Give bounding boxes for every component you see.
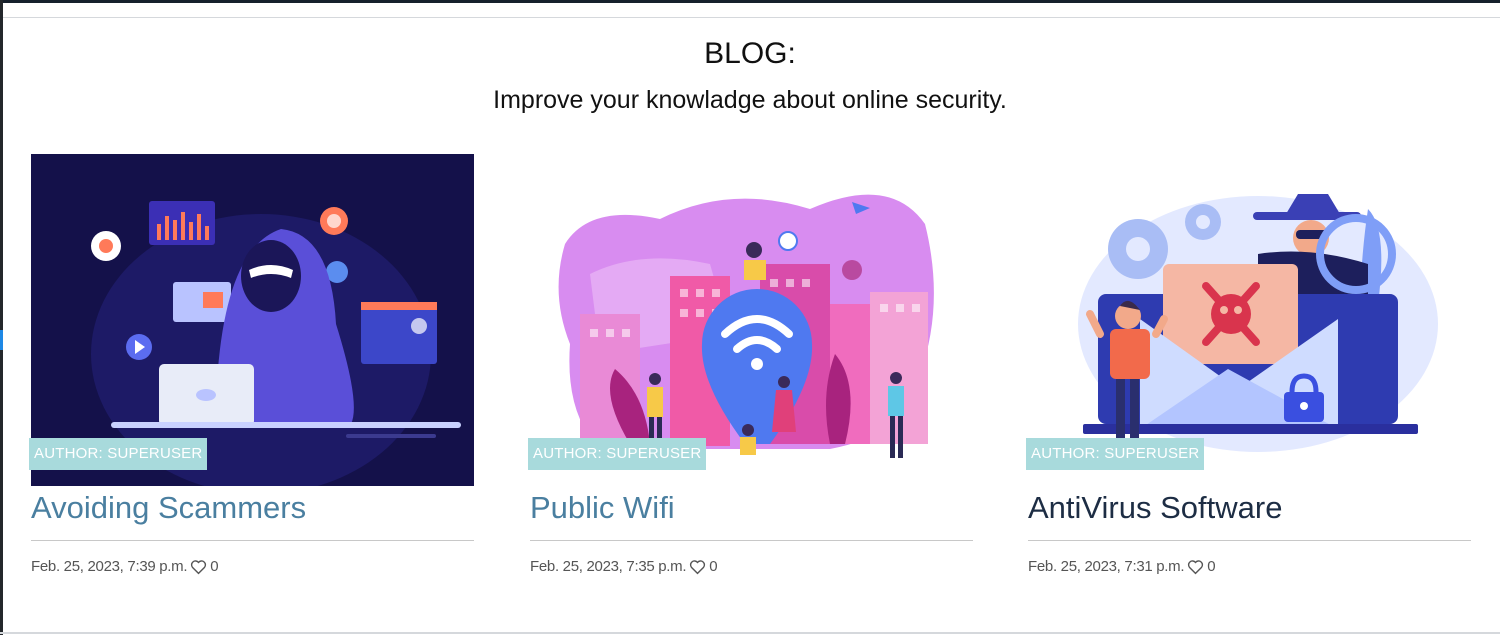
heart-icon[interactable] bbox=[190, 559, 207, 575]
page-title: BLOG: bbox=[704, 37, 796, 70]
post-title-link[interactable]: Avoiding Scammers bbox=[31, 488, 306, 528]
divider bbox=[530, 540, 973, 541]
post-title-link[interactable]: Public Wifi bbox=[530, 488, 675, 528]
blog-header: BLOG: Improve your knowladge about onlin… bbox=[0, 34, 1500, 117]
heart-icon[interactable] bbox=[1187, 559, 1204, 575]
post-image-link[interactable] bbox=[31, 154, 474, 486]
post-date: Feb. 25, 2023, 7:39 p.m. bbox=[31, 558, 188, 575]
virus-email-illustration-icon bbox=[1028, 154, 1471, 486]
divider bbox=[1028, 540, 1471, 541]
hacker-illustration-icon bbox=[31, 154, 474, 486]
post-card: AUTHOR: SUPERUSER AntiVirus Software Feb… bbox=[1026, 154, 1471, 584]
like-count: 0 bbox=[709, 558, 718, 575]
post-date: Feb. 25, 2023, 7:35 p.m. bbox=[530, 558, 687, 575]
author-badge: AUTHOR: SUPERUSER bbox=[528, 438, 707, 470]
window-left-accent bbox=[0, 330, 3, 350]
post-title-link[interactable]: AntiVirus Software bbox=[1028, 488, 1282, 528]
post-meta: Feb. 25, 2023, 7:31 p.m. 0 bbox=[1028, 558, 1216, 575]
post-meta: Feb. 25, 2023, 7:35 p.m. 0 bbox=[530, 558, 718, 575]
author-badge: AUTHOR: SUPERUSER bbox=[1026, 438, 1205, 470]
page-subtitle: Improve your knowladge about online secu… bbox=[493, 86, 1007, 114]
post-card: AUTHOR: SUPERUSER Avoiding Scammers Feb.… bbox=[29, 154, 474, 584]
post-image-link[interactable] bbox=[1028, 154, 1471, 486]
post-image-link[interactable] bbox=[530, 154, 973, 486]
post-date: Feb. 25, 2023, 7:31 p.m. bbox=[1028, 558, 1185, 575]
heart-icon[interactable] bbox=[689, 559, 706, 575]
top-bar-strip bbox=[0, 0, 1500, 3]
post-card: AUTHOR: SUPERUSER Public Wifi Feb. 25, 2… bbox=[528, 154, 973, 584]
divider bbox=[31, 540, 474, 541]
top-bar bbox=[0, 0, 1500, 18]
like-count: 0 bbox=[1207, 558, 1216, 575]
author-badge: AUTHOR: SUPERUSER bbox=[29, 438, 208, 470]
wifi-city-illustration-icon bbox=[530, 154, 973, 486]
post-meta: Feb. 25, 2023, 7:39 p.m. 0 bbox=[31, 558, 219, 575]
like-count: 0 bbox=[210, 558, 219, 575]
bottom-rule bbox=[0, 632, 1500, 634]
post-list: AUTHOR: SUPERUSER Avoiding Scammers Feb.… bbox=[29, 154, 1471, 594]
